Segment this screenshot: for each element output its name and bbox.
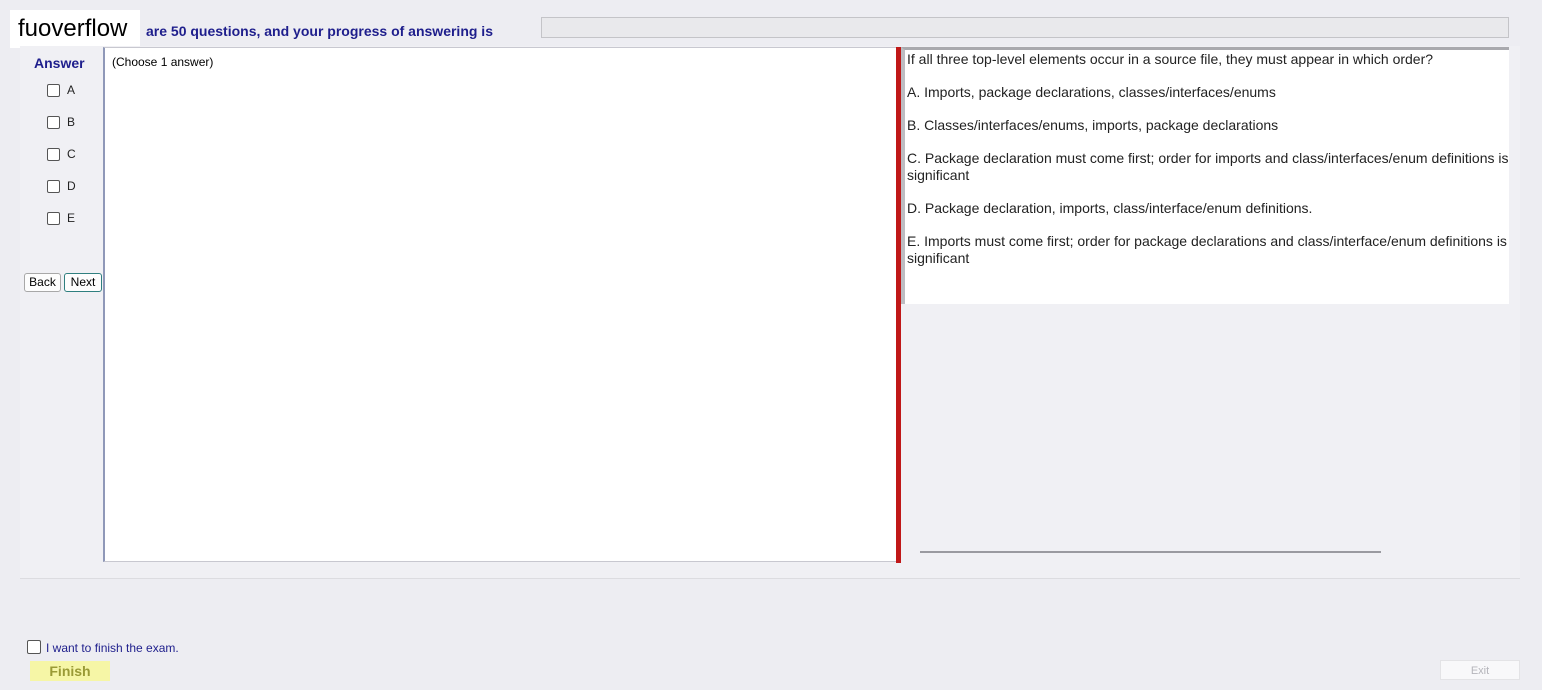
question-option-c: C. Package declaration must come first; …	[907, 150, 1509, 166]
progress-text: are 50 questions, and your progress of a…	[146, 23, 493, 39]
finish-button[interactable]: Finish	[30, 661, 110, 681]
answer-option-e[interactable]: E	[47, 210, 75, 226]
progress-bar	[541, 17, 1509, 38]
answer-option-label: C	[67, 147, 76, 161]
finish-exam-label[interactable]: I want to finish the exam.	[46, 641, 179, 655]
horizontal-scrollbar[interactable]	[920, 551, 1381, 553]
answer-option-d[interactable]: D	[47, 178, 76, 194]
answer-option-label: D	[67, 179, 76, 193]
question-option-b: B. Classes/interfaces/enums, imports, pa…	[907, 117, 1279, 133]
question-option-c-continued: significant	[907, 167, 970, 183]
next-button[interactable]: Next	[64, 273, 102, 292]
answer-option-a[interactable]: A	[47, 82, 75, 98]
answer-option-label: B	[67, 115, 76, 129]
question-option-d: D. Package declaration, imports, class/i…	[907, 200, 1313, 216]
back-button[interactable]: Back	[24, 273, 61, 292]
question-text: If all three top-level elements occur in…	[907, 51, 1434, 67]
finish-exam-checkbox[interactable]	[27, 640, 41, 654]
checkbox-e[interactable]	[47, 211, 60, 225]
logo: fuoverflow	[10, 10, 140, 48]
answer-panel[interactable]	[103, 47, 896, 562]
question-option-e: E. Imports must come first; order for pa…	[907, 233, 1509, 249]
answer-option-label: E	[67, 211, 76, 225]
checkbox-b[interactable]	[47, 115, 60, 129]
checkbox-c[interactable]	[47, 147, 60, 161]
answer-option-label: A	[67, 83, 76, 97]
checkbox-d[interactable]	[47, 179, 60, 193]
answer-option-b[interactable]: B	[47, 114, 75, 130]
exit-button[interactable]: Exit	[1440, 660, 1520, 680]
question-option-e-continued: significant	[907, 250, 970, 266]
answer-option-c[interactable]: C	[47, 146, 76, 162]
answer-heading: Answer	[34, 55, 85, 71]
question-option-a: A. Imports, package declarations, classe…	[907, 84, 1276, 100]
choose-answer-text: (Choose 1 answer)	[112, 55, 214, 69]
checkbox-a[interactable]	[47, 83, 60, 97]
